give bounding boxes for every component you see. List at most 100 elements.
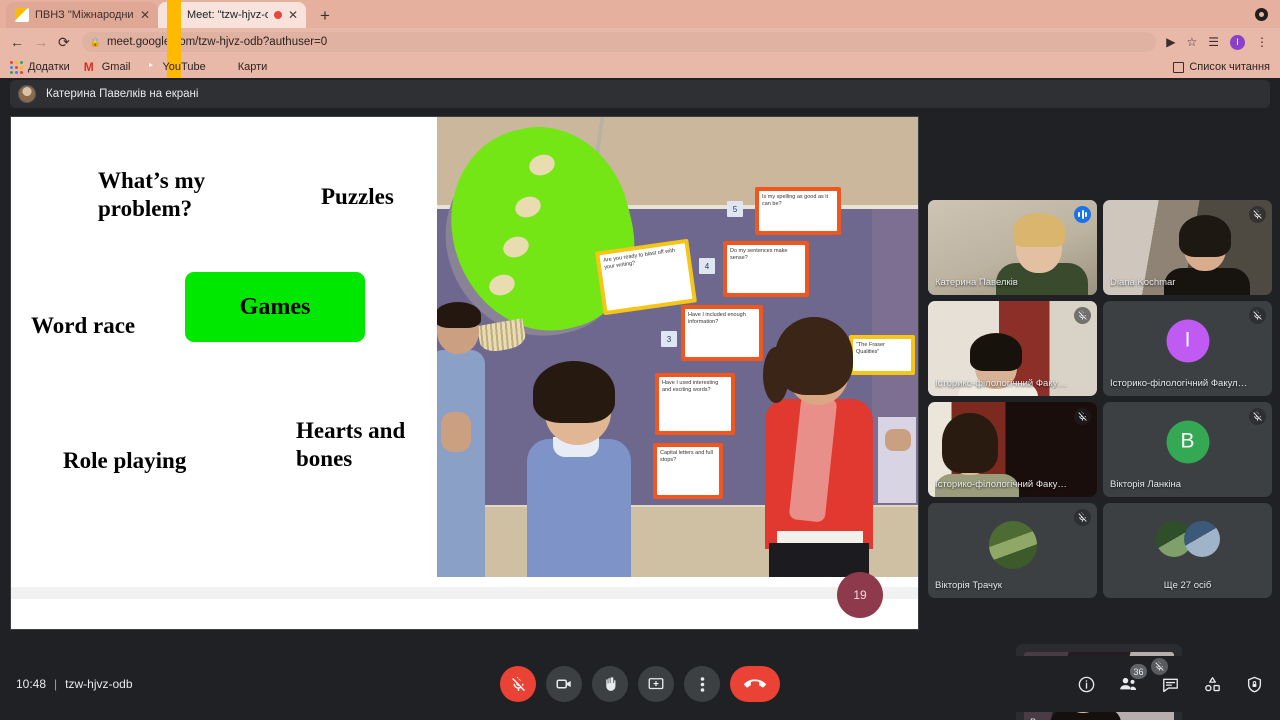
extensions-icon[interactable]: ☰	[1208, 36, 1219, 48]
address-bar[interactable]: 🔒 meet.google.com/tzw-hjvz-odb?authuser=…	[81, 32, 1157, 52]
more-options-button[interactable]	[684, 666, 720, 702]
participant-row: Вікторія Трачук Ще 27 осіб	[928, 503, 1272, 598]
participant-initial-avatar: І	[1166, 319, 1209, 363]
host-controls-button[interactable]	[1244, 674, 1264, 694]
bookmark-star-icon[interactable]: ☆	[1186, 36, 1197, 48]
photo-card: Have I included enough information?	[681, 305, 763, 361]
photo-child-left	[437, 302, 489, 577]
bookmark-apps[interactable]: Додатки	[10, 60, 70, 74]
reading-list-button[interactable]: Список читання	[1173, 61, 1270, 73]
participant-tile-5[interactable]: В Вікторія Ланкіна	[1103, 402, 1272, 497]
raise-hand-button[interactable]	[592, 666, 628, 702]
photo-card: Are you ready to blast off with your wri…	[595, 238, 697, 316]
participant-tile-more[interactable]: Ще 27 осіб	[1103, 503, 1272, 598]
mic-off-icon	[1074, 509, 1091, 526]
window-close-button[interactable]	[1255, 8, 1268, 21]
participant-initial-avatar: В	[1166, 420, 1209, 464]
chrome-menu-icon[interactable]: ⋮	[1256, 36, 1268, 48]
participant-row: Історико-філологічний Факу… І Історико-ф…	[928, 301, 1272, 396]
presented-slide: What’s my problem? Puzzles Word race Rol…	[11, 117, 918, 629]
navigation-bar: ← → ⟳ 🔒 meet.google.com/tzw-hjvz-odb?aut…	[0, 28, 1280, 56]
mic-off-icon	[1249, 206, 1266, 223]
participant-tile-4[interactable]: Історико-філологічний Факу…	[928, 402, 1097, 497]
participant-name: Вікторія Ланкіна	[1110, 479, 1181, 490]
presentation-stage[interactable]: What’s my problem? Puzzles Word race Rol…	[10, 116, 919, 630]
hang-up-button[interactable]	[730, 666, 780, 702]
tab-close-icon[interactable]: ✕	[288, 9, 298, 21]
participant-name: Вікторія Трачук	[935, 580, 1002, 591]
photo-child-right	[759, 317, 879, 577]
slide-page-badge: 19	[837, 572, 883, 618]
reload-icon[interactable]: ⟳	[58, 35, 70, 49]
photo-card: Do my sentences make sense?	[723, 241, 809, 297]
browser-window: ПВНЗ "Міжнародний економ ✕ Meet: "tzw-hj…	[0, 0, 1280, 332]
profile-avatar[interactable]: I	[1230, 34, 1245, 50]
participant-row: Історико-філологічний Факу… В Вікторія Л…	[928, 402, 1272, 497]
microphone-off-button[interactable]	[500, 666, 536, 702]
photo-card: Is my spelling as good as it can be?	[755, 187, 841, 235]
presenter-banner-label: Катерина Павелків на екрані	[46, 88, 199, 100]
tab-close-icon[interactable]: ✕	[140, 9, 150, 21]
reading-list-icon	[1173, 61, 1185, 73]
back-icon[interactable]: ←	[10, 35, 24, 49]
tab-title: ПВНЗ "Міжнародний економ	[35, 9, 134, 21]
slides-favicon-icon	[15, 8, 29, 22]
photo-card-text: Is my spelling as good as it can be?	[759, 191, 837, 231]
current-time: 10:48	[16, 677, 47, 691]
participants-button[interactable]: 36	[1118, 664, 1147, 694]
youtube-icon	[144, 61, 157, 74]
photo-card-number: 4	[699, 258, 715, 274]
mic-off-icon	[1074, 307, 1091, 324]
slide-text-games: Games	[239, 293, 311, 320]
bookmark-maps[interactable]: Карти	[220, 61, 268, 74]
slide-text-hearts-and-bones: Hearts and bones	[296, 418, 406, 471]
participant-tile-2[interactable]: Історико-філологічний Факу…	[928, 301, 1097, 396]
bookmark-label: Gmail	[101, 61, 131, 73]
mic-off-icon	[1249, 408, 1266, 425]
activities-button[interactable]	[1202, 674, 1222, 694]
participants-count-badge: 36	[1130, 664, 1147, 679]
photo-card: Capital letters and full stops?	[653, 443, 723, 499]
slide-text-word-race: Word race	[31, 313, 136, 338]
photo-child-center	[523, 361, 635, 577]
slide-text-puzzles: Puzzles	[321, 184, 394, 209]
presenter-avatar	[18, 85, 36, 103]
browser-tab-1[interactable]: ПВНЗ "Міжнародний економ ✕	[6, 2, 158, 28]
meeting-details-button[interactable]	[1076, 674, 1096, 694]
participant-tile-0[interactable]: Катерина Павелків	[928, 200, 1097, 295]
present-screen-button[interactable]	[638, 666, 674, 702]
reading-list-label: Список читання	[1189, 61, 1270, 73]
bookmark-youtube[interactable]: YouTube	[144, 61, 205, 74]
overflow-avatars	[1155, 521, 1220, 558]
meeting-code: tzw-hjvz-odb	[65, 677, 133, 691]
cast-icon[interactable]: ▶	[1166, 36, 1175, 48]
chat-button[interactable]	[1160, 674, 1180, 694]
mic-off-icon	[1249, 307, 1266, 324]
participant-name: Історико-філологічний Факул…	[1110, 378, 1248, 389]
slide-scroll-divider	[11, 587, 918, 599]
participant-name: Diana Kochmar	[1110, 277, 1176, 288]
browser-tab-2[interactable]: Meet: "tzw-hjvz-odb" ✕	[158, 0, 306, 332]
mic-off-icon	[1074, 408, 1091, 425]
forward-icon[interactable]: →	[34, 35, 48, 49]
photo-card-text: Have I used interesting and exciting wor…	[659, 377, 731, 431]
participant-tile-6[interactable]: Вікторія Трачук	[928, 503, 1097, 598]
participant-tile-3[interactable]: І Історико-філологічний Факул…	[1103, 301, 1272, 396]
call-controls	[500, 666, 780, 702]
photo-child-far-right	[885, 429, 918, 519]
bookmarks-bar: Додатки M Gmail YouTube Карти Список чит…	[0, 56, 1280, 78]
participant-name: Історико-філологічний Факу…	[935, 479, 1067, 490]
bookmark-label: Додатки	[28, 61, 70, 73]
camera-button[interactable]	[546, 666, 582, 702]
overflow-count-label: Ще 27 осіб	[1163, 580, 1212, 591]
meet-right-actions: 36	[1076, 664, 1264, 694]
separator: |	[54, 677, 58, 691]
tab-title: Meet: "tzw-hjvz-odb"	[187, 9, 268, 21]
photo-card-text: Have I included enough information?	[685, 309, 759, 357]
new-tab-button[interactable]: +	[314, 7, 336, 24]
participant-tile-1[interactable]: Diana Kochmar	[1103, 200, 1272, 295]
bookmark-gmail[interactable]: M Gmail	[84, 60, 131, 74]
participant-grid: Катерина Павелків Diana Kochmar Історико…	[928, 200, 1272, 604]
participant-name: Історико-філологічний Факу…	[935, 378, 1067, 389]
maps-icon	[220, 61, 233, 74]
